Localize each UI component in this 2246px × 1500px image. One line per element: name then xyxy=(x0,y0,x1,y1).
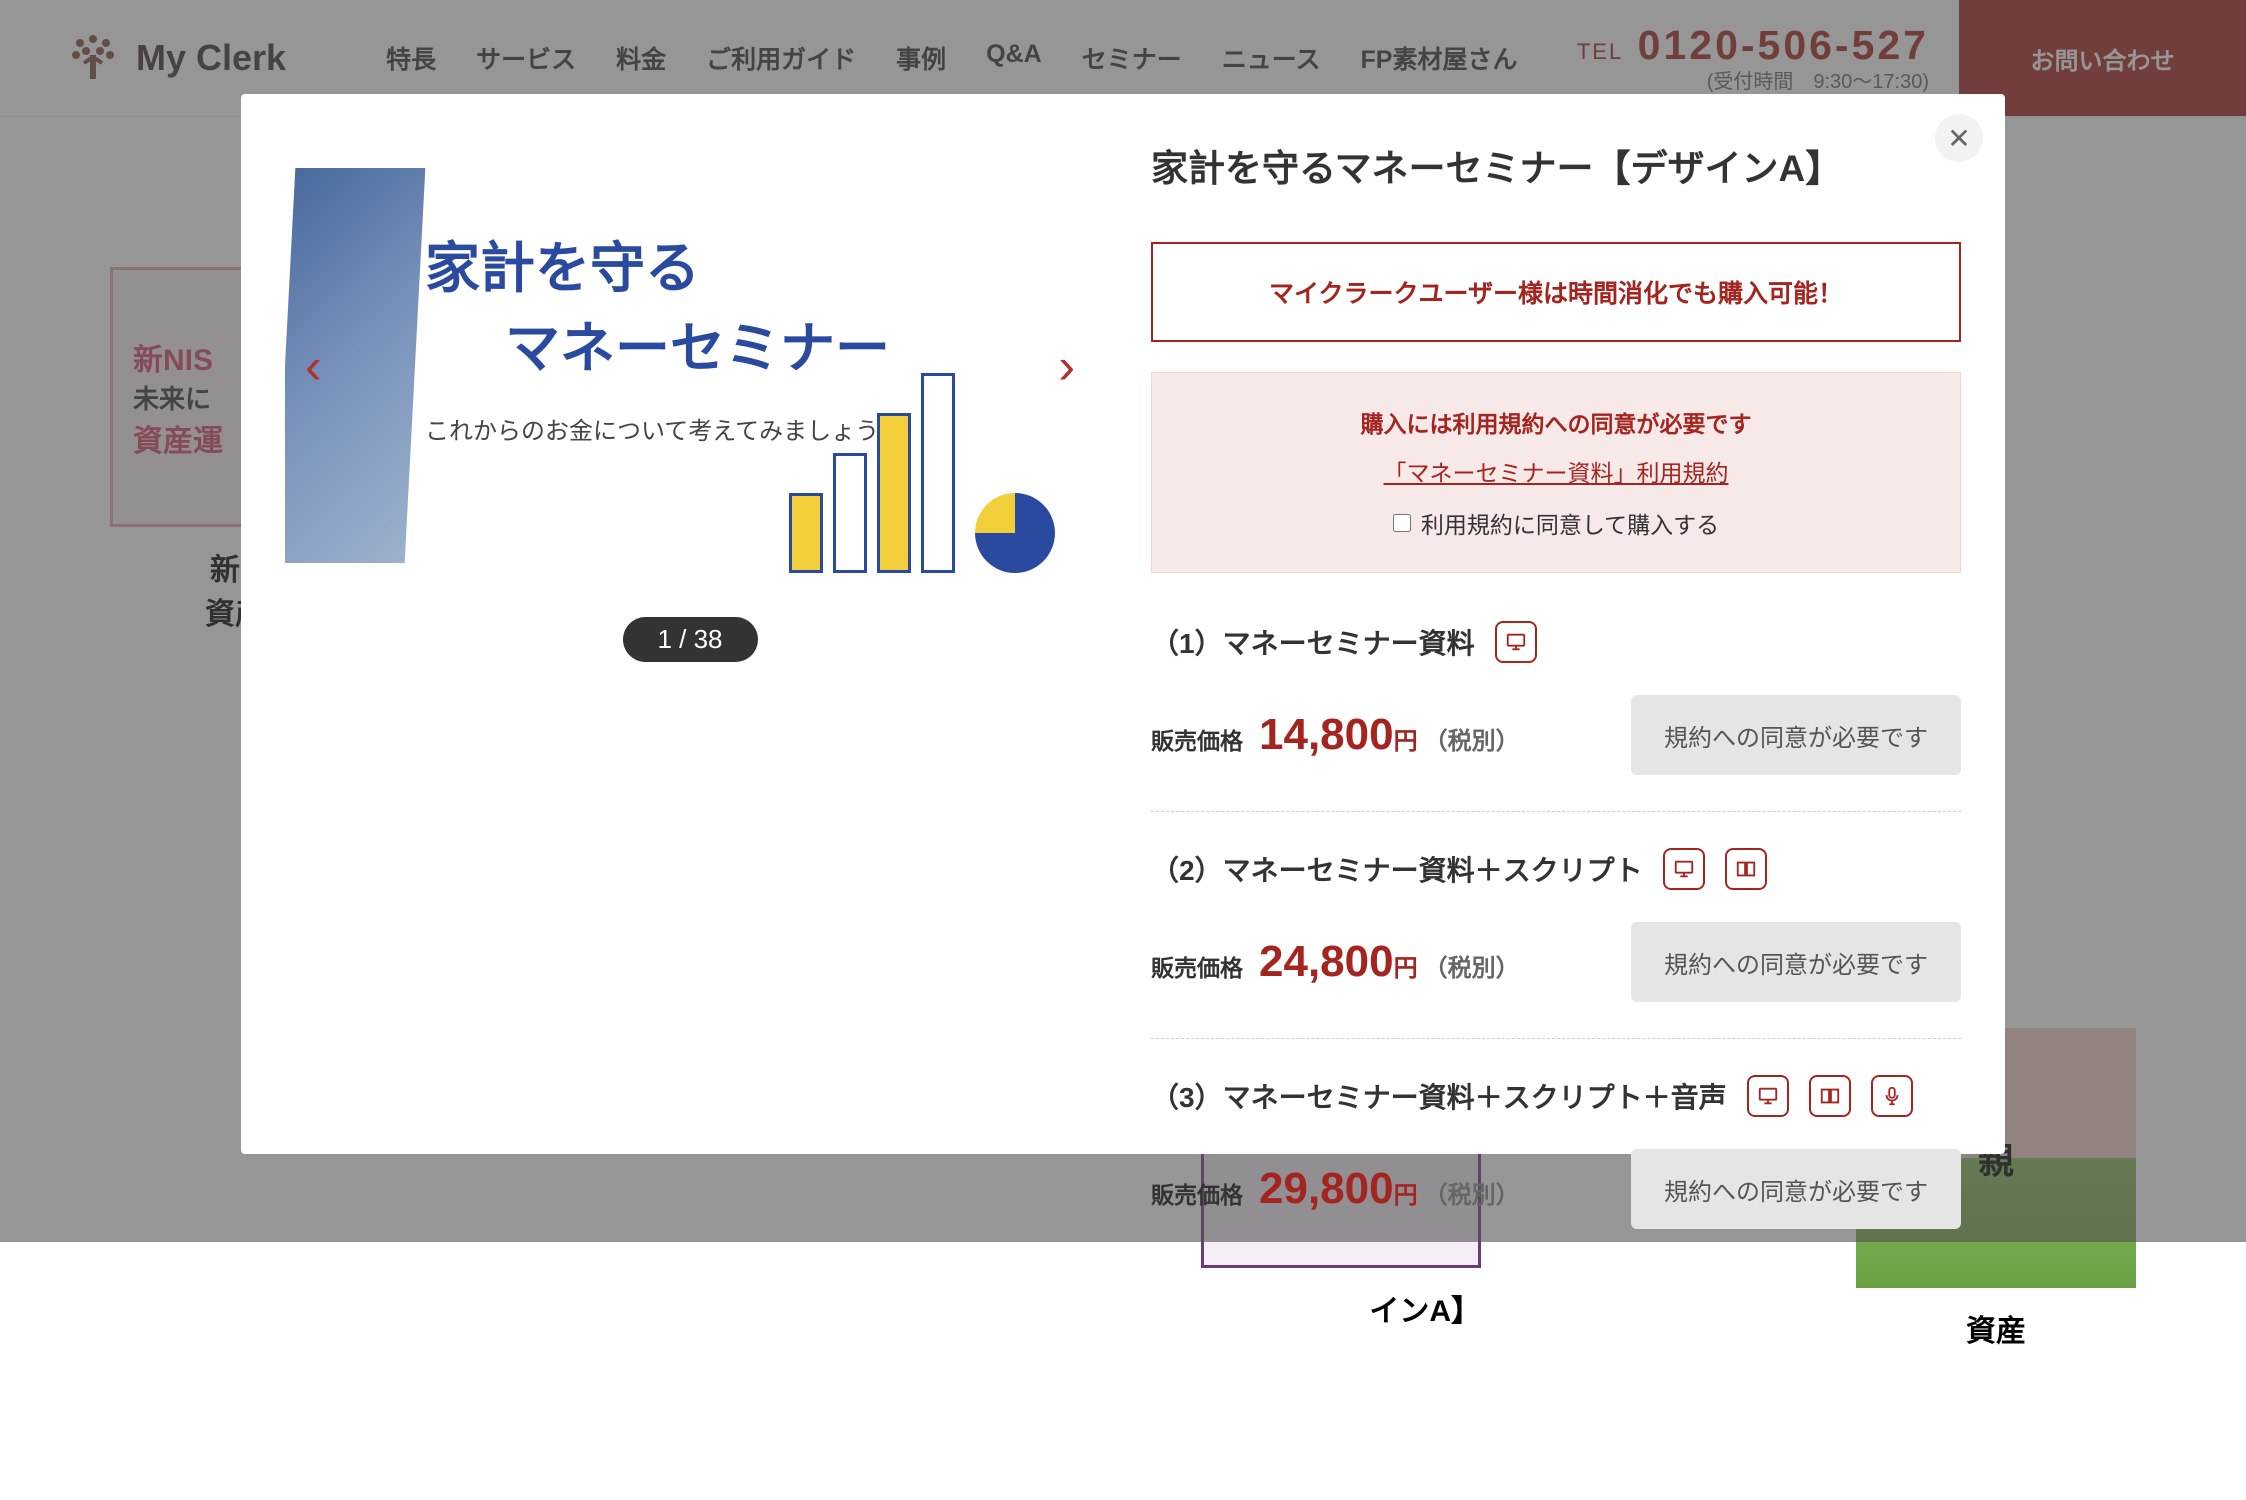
requires-agreement-button: 規約への同意が必要です xyxy=(1631,922,1961,1002)
price-tax: （税別） xyxy=(1424,955,1520,982)
product-detail: 家計を守るマネーセミナー【デザインA】 マイクラークユーザー様は時間消化でも購入… xyxy=(1095,138,1961,1110)
terms-agree-label[interactable]: 利用規約に同意して購入する xyxy=(1172,506,1940,540)
product-title: 家計を守るマネーセミナー【デザインA】 xyxy=(1151,138,1961,192)
price-label: 販売価格 xyxy=(1151,1176,1243,1210)
presentation-icon xyxy=(1663,848,1705,890)
price-yen: 円 xyxy=(1394,955,1418,982)
slide-prev-button[interactable]: ‹ xyxy=(305,337,322,395)
requires-agreement-button: 規約への同意が必要です xyxy=(1631,1149,1961,1229)
card-title: 資産 xyxy=(1856,1306,2136,1350)
slide-panel: ‹ › 家計を守る マネーセミナー これからのお金について考えてみましょう xyxy=(285,138,1095,1110)
price-value: 14,800 xyxy=(1259,710,1394,759)
product-option-1: （1）マネーセミナー資料 販売価格 14,800円（税別） 規約への同意が必要で… xyxy=(1151,621,1961,775)
chevron-left-icon: ‹ xyxy=(305,338,322,394)
terms-link[interactable]: 「マネーセミナー資料」利用規約 xyxy=(1384,454,1729,488)
purchase-notice: マイクラークユーザー様は時間消化でも購入可能！ xyxy=(1151,242,1961,342)
slide-next-button[interactable]: › xyxy=(1058,337,1075,395)
close-button[interactable]: ✕ xyxy=(1935,114,1983,162)
modal-overlay[interactable]: ✕ ‹ › 家計を守る マネーセミナー これからのお金について考えてみましょう xyxy=(0,0,2246,1242)
book-icon xyxy=(1725,848,1767,890)
terms-box: 購入には利用規約への同意が必要です 「マネーセミナー資料」利用規約 利用規約に同… xyxy=(1151,372,1961,573)
terms-agree-checkbox[interactable] xyxy=(1393,514,1411,532)
product-option-name: （1）マネーセミナー資料 xyxy=(1151,622,1475,662)
chart-icon xyxy=(789,373,1055,573)
price-yen: 円 xyxy=(1394,728,1418,755)
close-icon: ✕ xyxy=(1947,122,1970,155)
presentation-icon xyxy=(1495,621,1537,663)
price-yen: 円 xyxy=(1394,1182,1418,1209)
chevron-right-icon: › xyxy=(1058,338,1075,394)
price-value: 24,800 xyxy=(1259,937,1394,986)
price-tax: （税別） xyxy=(1424,1182,1520,1209)
requires-agreement-button: 規約への同意が必要です xyxy=(1631,695,1961,775)
product-detail-modal: ✕ ‹ › 家計を守る マネーセミナー これからのお金について考えてみましょう xyxy=(241,94,2005,1154)
price-tax: （税別） xyxy=(1424,728,1520,755)
price-value: 29,800 xyxy=(1259,1164,1394,1213)
slide-title-line1: 家計を守る xyxy=(425,223,890,303)
slide-title-line2: マネーセミナー xyxy=(505,303,890,383)
price-label: 販売価格 xyxy=(1151,949,1243,983)
product-option-3: （3）マネーセミナー資料＋スクリプト＋音声 販売価格 xyxy=(1151,1038,1961,1229)
microphone-icon xyxy=(1871,1075,1913,1117)
product-option-name: （2）マネーセミナー資料＋スクリプト xyxy=(1151,849,1643,889)
slide-pager: 1 / 38 xyxy=(623,617,758,662)
book-icon xyxy=(1809,1075,1851,1117)
terms-required-text: 購入には利用規約への同意が必要です xyxy=(1172,405,1940,439)
product-option-name: （3）マネーセミナー資料＋スクリプト＋音声 xyxy=(1151,1076,1727,1116)
price-label: 販売価格 xyxy=(1151,722,1243,756)
terms-agree-text: 利用規約に同意して購入する xyxy=(1421,506,1719,540)
product-option-2: （2）マネーセミナー資料＋スクリプト 販売価格 24,800円（税別） xyxy=(1151,811,1961,1002)
presentation-icon xyxy=(1747,1075,1789,1117)
slide-image: ‹ › 家計を守る マネーセミナー これからのお金について考えてみましょう xyxy=(285,138,1095,593)
card-title: インA】 xyxy=(1201,1286,1481,1330)
